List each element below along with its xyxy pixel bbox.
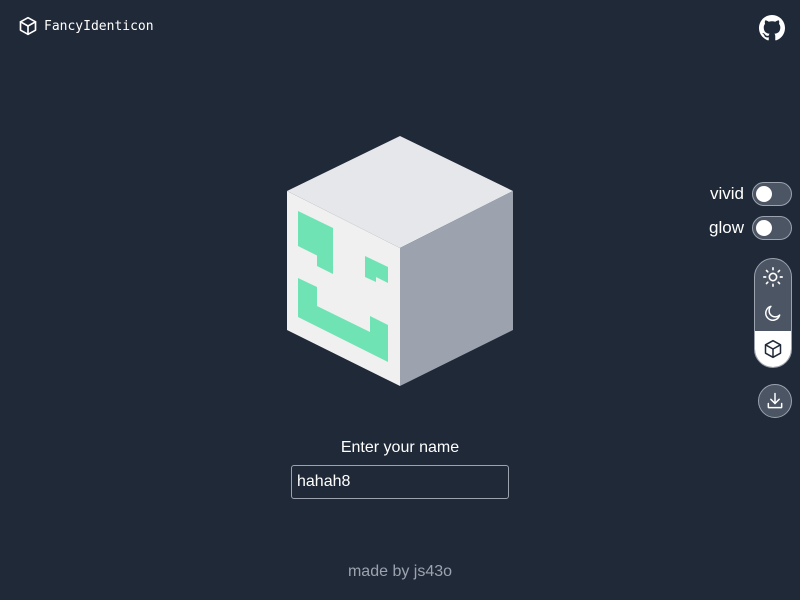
vivid-control: vivid [710, 182, 792, 206]
name-field-label: Enter your name [340, 439, 460, 456]
vivid-label: vivid [709, 184, 744, 203]
toggle-knob [756, 186, 772, 202]
moon-icon [765, 305, 781, 321]
3d-theme-button[interactable] [755, 331, 791, 367]
vivid-toggle[interactable] [752, 182, 792, 206]
glow-toggle[interactable] [752, 216, 792, 240]
toggle-knob [756, 220, 772, 236]
theme-selector [754, 258, 792, 368]
sun-icon [763, 267, 783, 287]
identicon-cube [287, 136, 513, 386]
light-theme-button[interactable] [755, 259, 791, 295]
dark-theme-button[interactable] [755, 295, 791, 331]
download-button[interactable] [758, 384, 792, 418]
glow-control: glow [709, 216, 792, 240]
download-icon [767, 392, 783, 409]
glow-label: glow [709, 218, 744, 237]
footer-credit: made by js43o [347, 563, 453, 580]
cube-icon [764, 339, 782, 359]
name-input[interactable] [291, 465, 509, 499]
